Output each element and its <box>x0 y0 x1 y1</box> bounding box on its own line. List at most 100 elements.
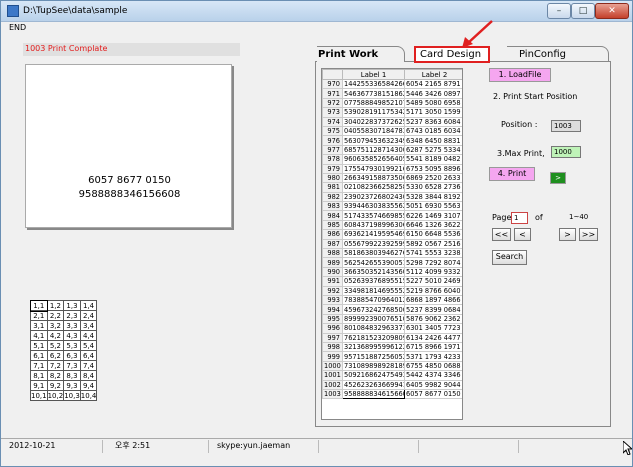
label-1-cell[interactable]: 6936214195954699 <box>342 229 405 240</box>
row-index-cell[interactable]: 973 <box>322 107 343 118</box>
row-index-cell[interactable]: 971 <box>322 88 343 99</box>
next-page-button[interactable]: > <box>559 228 576 241</box>
label-1-cell[interactable]: 0526393768955155 <box>342 276 405 287</box>
prev-page-button[interactable]: < <box>514 228 531 241</box>
table-row[interactable]: 983 9394463038355628 5051 6930 5563 <box>322 201 462 212</box>
layout-grid-cell[interactable]: 10,2 <box>46 390 65 401</box>
label-1-cell[interactable]: 6084371989963062 <box>342 219 405 231</box>
label-1-cell[interactable]: 3663503521435608 <box>342 266 405 278</box>
label-2-cell[interactable]: 5876 9062 2362 <box>404 313 462 325</box>
label-1-cell[interactable]: 9606358526564050 <box>342 154 405 165</box>
table-row[interactable]: 990 3663503521435608 5112 4099 9332 <box>322 266 462 278</box>
table-row[interactable]: 984 5174335746698557 6226 1469 3107 <box>322 210 462 221</box>
table-row[interactable]: 996 8010848329633738 6301 3405 7723 <box>322 323 462 334</box>
row-index-cell[interactable]: 983 <box>322 201 343 212</box>
row-index-cell[interactable]: 976 <box>322 135 343 146</box>
table-row[interactable]: 994 4596732427685007 5237 8399 0684 <box>322 304 462 315</box>
layout-grid-cell[interactable]: 4,4 <box>79 330 98 341</box>
row-index-cell[interactable]: 988 <box>322 248 343 259</box>
label-1-cell[interactable]: 2663491588735062 <box>342 172 405 184</box>
label-2-cell[interactable]: 6405 9982 9044 <box>404 379 462 390</box>
table-row[interactable]: 986 6936214195954699 6150 6648 5536 <box>322 229 462 240</box>
label-1-cell[interactable]: 1442553365842660 <box>342 78 405 90</box>
table-row[interactable]: 977 6857511287143002 6287 5275 5334 <box>322 144 462 156</box>
table-row[interactable]: 988 5818638039462767 5741 5553 3238 <box>322 248 462 259</box>
table-row[interactable]: 975 0405583071847833 6743 0185 6034 <box>322 125 462 137</box>
row-index-cell[interactable]: 1001 <box>322 370 343 381</box>
layout-grid-cell[interactable]: 7,4 <box>79 360 98 371</box>
table-row[interactable]: 978 9606358526564050 5541 8189 0482 <box>322 154 462 165</box>
row-index-cell[interactable]: 995 <box>322 313 343 325</box>
table-row[interactable]: 991 0526393768955155 5227 5010 2469 <box>322 276 462 287</box>
table-row[interactable]: 992 3349818146955529 5219 8766 6040 <box>322 285 462 297</box>
layout-grid-cell[interactable]: 10,1 <box>30 390 48 401</box>
label-1-cell[interactable]: 6857511287143002 <box>342 144 405 156</box>
layout-grid-cell[interactable]: 4,3 <box>63 330 81 341</box>
label-2-cell[interactable]: 5446 3426 0897 <box>404 88 462 99</box>
layout-grid-cell[interactable]: 3,1 <box>30 320 48 331</box>
label-2-cell[interactable]: 6743 0185 6034 <box>404 125 462 137</box>
row-index-cell[interactable]: 999 <box>322 351 343 362</box>
menu-item-end[interactable]: END <box>9 23 26 32</box>
label-1-cell[interactable]: 9588888346156608 <box>342 388 405 400</box>
label-1-cell[interactable]: 5174335746698557 <box>342 210 405 221</box>
column-header-label-2[interactable]: Label 2 <box>404 69 462 80</box>
table-row[interactable]: 971 5463677381518621 5446 3426 0897 <box>322 88 462 99</box>
label-2-cell[interactable]: 6753 5095 8896 <box>404 163 462 174</box>
layout-grid-cell[interactable]: 5,4 <box>79 340 98 351</box>
position-field[interactable]: 1003 <box>551 120 581 132</box>
label-2-cell[interactable]: 5442 4374 3346 <box>404 370 462 381</box>
layout-grid-cell[interactable]: 4,2 <box>46 330 65 341</box>
layout-grid-cell[interactable]: 2,1 <box>30 310 48 321</box>
row-index-cell[interactable]: 994 <box>322 304 343 315</box>
table-row[interactable]: 985 6084371989963062 6646 1326 3622 <box>322 219 462 231</box>
label-1-cell[interactable]: 3349818146955529 <box>342 285 405 297</box>
label-2-cell[interactable]: 5489 5080 6958 <box>404 97 462 109</box>
label-2-cell[interactable]: 5298 7292 8074 <box>404 257 462 268</box>
row-index-cell[interactable]: 975 <box>322 125 343 137</box>
label-2-cell[interactable]: 5171 3050 1599 <box>404 107 462 118</box>
label-2-cell[interactable]: 6755 4850 0688 <box>404 360 462 372</box>
layout-grid-cell[interactable]: 2,4 <box>79 310 98 321</box>
last-page-button[interactable]: >> <box>579 228 598 241</box>
label-1-cell[interactable]: 4526232636699413 <box>342 379 405 390</box>
layout-grid-cell[interactable]: 7,1 <box>30 360 48 371</box>
table-row[interactable]: 970 1442553365842660 6054 2165 8791 <box>322 78 462 90</box>
label-1-cell[interactable]: 7838854709640120 <box>342 294 405 306</box>
layout-grid-cell[interactable]: 9,4 <box>79 380 98 391</box>
label-1-cell[interactable]: 7621815232098099 <box>342 332 405 343</box>
label-2-cell[interactable]: 5237 8363 6084 <box>404 116 462 127</box>
layout-grid-cell[interactable]: 3,2 <box>46 320 65 331</box>
table-row[interactable]: 1001 5092168624754939 5442 4374 3346 <box>322 370 462 381</box>
table-row[interactable]: 998 3213689959961224 6715 8966 1971 <box>322 341 462 353</box>
label-2-cell[interactable]: 6287 5275 5334 <box>404 144 462 156</box>
layout-grid-cell[interactable]: 4,1 <box>30 330 48 341</box>
label-1-cell[interactable]: 8010848329633738 <box>342 323 405 334</box>
label-2-cell[interactable]: 5219 8766 6040 <box>404 285 462 297</box>
row-index-cell[interactable]: 991 <box>322 276 343 287</box>
row-index-cell[interactable]: 984 <box>322 210 343 221</box>
row-index-cell[interactable]: 979 <box>322 163 343 174</box>
label-1-cell[interactable]: 3213689959961224 <box>342 341 405 353</box>
table-row[interactable]: 982 2390237268024302 5328 3844 8192 <box>322 191 462 203</box>
row-index-cell[interactable]: 1002 <box>322 379 343 390</box>
tab-pin-config[interactable]: PinConfig <box>507 46 609 62</box>
go-button[interactable]: > <box>550 172 566 184</box>
row-index-cell[interactable]: 978 <box>322 154 343 165</box>
title-bar[interactable]: D:\TupSee\data\sample – □ ✕ <box>1 1 632 22</box>
row-index-cell[interactable]: 977 <box>322 144 343 156</box>
row-index-cell[interactable]: 980 <box>322 172 343 184</box>
label-2-cell[interactable]: 5227 5010 2469 <box>404 276 462 287</box>
row-index-cell[interactable]: 990 <box>322 266 343 278</box>
minimize-button[interactable]: – <box>547 3 571 19</box>
label-2-cell[interactable]: 5371 1793 4233 <box>404 351 462 362</box>
first-page-button[interactable]: << <box>492 228 511 241</box>
row-index-cell[interactable]: 1000 <box>322 360 343 372</box>
table-row[interactable]: 989 5625426553900519 5298 7292 8074 <box>322 257 462 268</box>
column-header-label-1[interactable]: Label 1 <box>342 69 405 80</box>
layout-grid-cell[interactable]: 9,2 <box>46 380 65 391</box>
row-index-cell[interactable]: 987 <box>322 238 343 250</box>
layout-grid-cell[interactable]: 6,1 <box>30 350 48 361</box>
label-1-cell[interactable]: 1755479301992169 <box>342 163 405 174</box>
table-row[interactable]: 1000 7310898989281895 6755 4850 0688 <box>322 360 462 372</box>
